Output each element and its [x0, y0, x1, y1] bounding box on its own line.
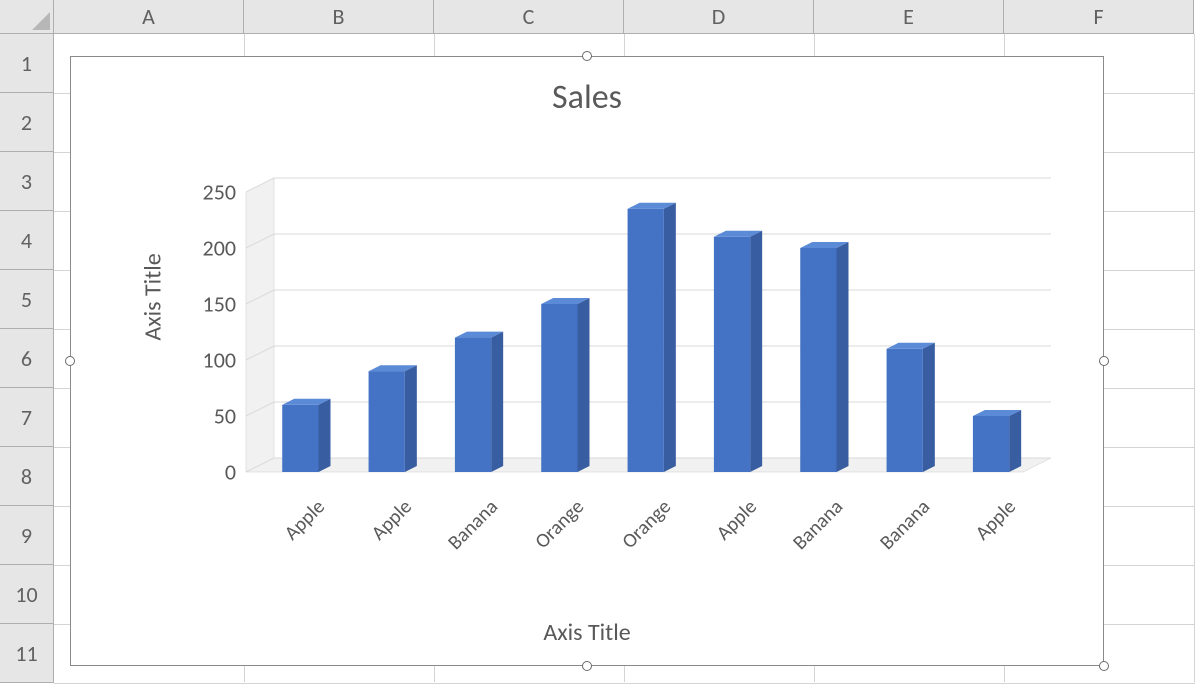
y-tick-label: 250 [181, 179, 236, 206]
row-header-1[interactable]: 1 [0, 34, 54, 93]
y-tick-label: 150 [181, 291, 236, 318]
select-all-corner[interactable] [0, 0, 54, 34]
resize-handle-right[interactable] [1099, 356, 1109, 366]
column-header-b[interactable]: B [244, 0, 434, 34]
chart-bar-side [750, 231, 762, 472]
chart-canvas [246, 192, 1051, 487]
row-header-3[interactable]: 3 [0, 152, 54, 211]
row-header-5[interactable]: 5 [0, 270, 54, 329]
row-header-2[interactable]: 2 [0, 93, 54, 152]
x-tick-label: Orange [531, 495, 590, 554]
chart-bar[interactable] [973, 416, 1009, 472]
x-tick-label: Apple [712, 495, 762, 545]
chart-bar-side [836, 242, 848, 472]
chart-bar[interactable] [628, 209, 664, 472]
chart-bar-side [405, 365, 417, 472]
x-tick-label: Banana [875, 495, 935, 555]
chart-bar-side [577, 298, 589, 472]
resize-handle-top[interactable] [582, 51, 592, 61]
chart-bar[interactable] [455, 338, 491, 472]
row-header-7[interactable]: 7 [0, 388, 54, 447]
chart-bar-side [923, 343, 935, 472]
plot-area[interactable]: 050100150200250 [181, 192, 1051, 487]
column-header-e[interactable]: E [814, 0, 1004, 34]
x-tick-label: Banana [443, 495, 503, 555]
embedded-chart[interactable]: Sales Axis Title 050100150200250 AppleAp… [70, 56, 1104, 666]
chart-bar[interactable] [800, 248, 836, 472]
y-tick-label: 200 [181, 235, 236, 262]
column-headers: ABCDEF [0, 0, 1195, 34]
resize-handle-bottom-right[interactable] [1099, 661, 1109, 671]
y-tick-label: 0 [181, 459, 236, 486]
x-tick-label: Apple [366, 495, 416, 545]
chart-bar[interactable] [282, 405, 318, 472]
row-header-10[interactable]: 10 [0, 565, 54, 624]
column-header-c[interactable]: C [434, 0, 624, 34]
row-header-4[interactable]: 4 [0, 211, 54, 270]
x-tick-label: Banana [788, 495, 848, 555]
chart-bar-side [491, 332, 503, 472]
y-axis-ticks: 050100150200250 [181, 192, 236, 487]
x-tick-label: Apple [971, 495, 1021, 545]
row-header-9[interactable]: 9 [0, 506, 54, 565]
x-tick-label: Orange [617, 495, 676, 554]
chart-bar[interactable] [714, 237, 750, 472]
chart-bar-side [664, 203, 676, 472]
resize-handle-bottom[interactable] [582, 661, 592, 671]
column-header-f[interactable]: F [1004, 0, 1194, 34]
row-header-8[interactable]: 8 [0, 447, 54, 506]
chart-title[interactable]: Sales [71, 77, 1103, 118]
row-header-11[interactable]: 11 [0, 624, 54, 683]
chart-bar[interactable] [541, 304, 577, 472]
y-tick-label: 100 [181, 347, 236, 374]
chart-bar-side [318, 399, 330, 472]
chart-bar[interactable] [369, 371, 405, 472]
x-axis-title[interactable]: Axis Title [71, 618, 1103, 647]
chart-bar-side [1009, 410, 1021, 472]
resize-handle-left[interactable] [65, 356, 75, 366]
x-axis-ticks: Apple Apple Banana Orange Orange Apple Banana B… [249, 487, 1054, 582]
y-axis-title[interactable]: Axis Title [139, 253, 168, 340]
row-header-6[interactable]: 6 [0, 329, 54, 388]
x-tick-label: Apple [280, 495, 330, 545]
chart-bar[interactable] [887, 349, 923, 472]
row-headers: 1234567891011 [0, 0, 54, 682]
y-tick-label: 50 [181, 403, 236, 430]
column-header-a[interactable]: A [54, 0, 244, 34]
column-header-d[interactable]: D [624, 0, 814, 34]
